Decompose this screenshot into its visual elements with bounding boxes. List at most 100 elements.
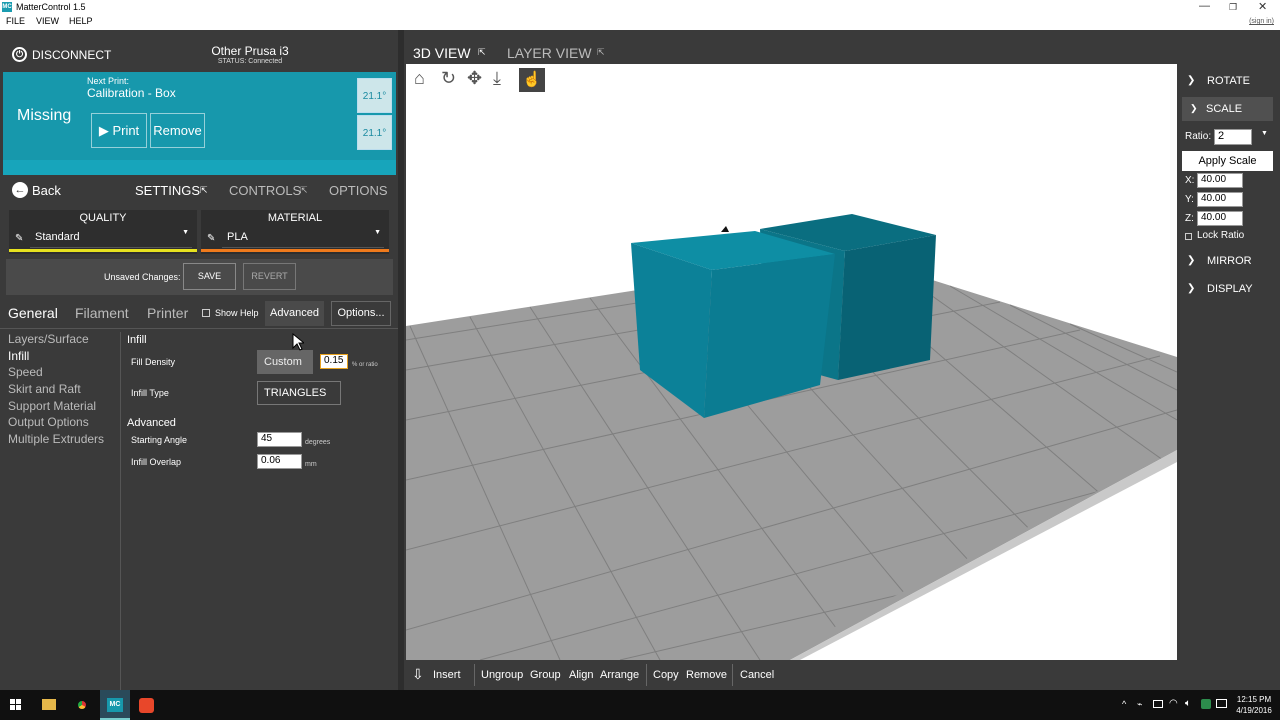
tab-controls[interactable]: CONTROLS (229, 183, 301, 198)
category-skirt-raft[interactable]: Skirt and Raft (8, 382, 81, 396)
tab-layer-view[interactable]: LAYER VIEW (507, 45, 592, 61)
minimize-icon[interactable]: — (1199, 0, 1210, 12)
drive-icon[interactable] (1201, 699, 1211, 709)
rotate-section[interactable]: ROTATE (1207, 75, 1250, 87)
back-button[interactable]: Back (32, 183, 61, 198)
show-help-checkbox[interactable] (202, 309, 210, 317)
category-layers-surface[interactable]: Layers/Surface (8, 332, 89, 346)
align-button[interactable]: Align (569, 669, 593, 681)
file-explorer-icon[interactable] (42, 699, 56, 710)
ratio-input[interactable]: 2 (1214, 129, 1252, 145)
cancel-button[interactable]: Cancel (740, 669, 774, 681)
fill-density-mode: Custom (264, 356, 302, 368)
chrome-icon[interactable] (75, 698, 89, 712)
scale-section[interactable]: SCALE (1206, 103, 1242, 115)
copy-button[interactable]: Copy (653, 669, 679, 681)
edit-pencil-icon[interactable]: ✎ (207, 233, 215, 244)
3d-viewport[interactable] (406, 64, 1177, 660)
category-output-options[interactable]: Output Options (8, 415, 89, 429)
revert-button[interactable]: REVERT (243, 263, 296, 290)
display-section[interactable]: DISPLAY (1207, 283, 1253, 295)
show-help-label: Show Help (215, 308, 259, 318)
menu-view[interactable]: VIEW (36, 16, 59, 26)
tab-printer[interactable]: Printer (147, 305, 188, 321)
quality-color-bar (9, 249, 197, 252)
lock-ratio-checkbox[interactable] (1185, 233, 1192, 240)
battery-icon[interactable] (1153, 700, 1163, 708)
recorder-icon[interactable] (139, 698, 154, 713)
menu-help[interactable]: HELP (69, 16, 93, 26)
chevron-down-icon[interactable]: ▼ (1261, 130, 1268, 137)
panel-divider[interactable] (398, 30, 404, 690)
extruder-temp[interactable]: 21.1° (357, 78, 392, 113)
fill-density-mode-select[interactable]: Custom (257, 350, 313, 374)
edit-pencil-icon[interactable]: ✎ (15, 233, 23, 244)
popout-icon[interactable]: ⇱ (300, 185, 308, 196)
insert-icon[interactable]: ⇩ (412, 666, 424, 683)
mattercontrol-task-icon[interactable]: MC (100, 690, 130, 720)
options-button[interactable]: Options... (331, 301, 391, 326)
fill-density-unit: % or ratio (352, 362, 378, 368)
move-icon[interactable]: ✥ (467, 68, 482, 89)
tab-3d-view[interactable]: 3D VIEW (413, 45, 471, 61)
windows-start-icon[interactable] (10, 699, 22, 711)
select-hand-icon[interactable]: ☝ (519, 68, 545, 92)
apply-scale-button[interactable]: Apply Scale (1182, 151, 1273, 171)
disconnect-button[interactable]: DISCONNECT (32, 48, 111, 62)
category-multiple-extruders[interactable]: Multiple Extruders (8, 432, 104, 446)
close-icon[interactable]: ✕ (1258, 0, 1267, 13)
clock-time[interactable]: 12:15 PM (1236, 695, 1272, 704)
category-support-material[interactable]: Support Material (8, 399, 96, 413)
print-button[interactable]: ▶ Print (91, 113, 147, 148)
z-input[interactable]: 40.00 (1197, 211, 1243, 226)
popout-icon[interactable]: ⇱ (597, 47, 605, 58)
lock-ratio-label: Lock Ratio (1197, 230, 1245, 241)
infill-type-select[interactable]: TRIANGLES (257, 381, 341, 405)
clock-date[interactable]: 4/19/2016 (1233, 706, 1275, 715)
popout-icon[interactable]: ⇱ (478, 47, 486, 58)
restore-icon[interactable]: ❐ (1229, 2, 1237, 13)
quality-select[interactable]: Standard ▼ (30, 228, 192, 248)
material-color-bar (201, 249, 389, 252)
category-infill[interactable]: Infill (8, 349, 29, 363)
tab-general[interactable]: General (8, 305, 58, 321)
notification-icon[interactable] (1216, 699, 1227, 708)
bed-temp[interactable]: 21.1° (357, 115, 392, 150)
x-input[interactable]: 40.00 (1197, 173, 1243, 188)
drop-icon[interactable]: ⤓ (493, 68, 501, 89)
popout-icon[interactable]: ⇱ (200, 185, 208, 196)
ungroup-button[interactable]: Ungroup (481, 669, 523, 681)
remove-button[interactable]: Remove (686, 669, 727, 681)
insert-button[interactable]: Insert (433, 669, 461, 681)
menu-file[interactable]: FILE (6, 16, 25, 26)
volume-icon[interactable]: 🔈︎ (1185, 698, 1191, 709)
remove-button[interactable]: Remove (150, 113, 205, 148)
arrange-button[interactable]: Arrange (600, 669, 639, 681)
power-icon[interactable]: ⏻ (12, 47, 27, 62)
tray-expand-icon[interactable]: ^ (1122, 699, 1126, 709)
material-select[interactable]: PLA ▼ (222, 228, 384, 248)
advanced-select[interactable]: Advanced (265, 301, 324, 326)
y-input[interactable]: 40.00 (1197, 192, 1243, 207)
settings-category-list: Layers/Surface Infill Speed Skirt and Ra… (0, 332, 120, 690)
starting-angle-unit: degrees (305, 439, 331, 446)
mirror-section[interactable]: MIRROR (1207, 255, 1252, 267)
group-button[interactable]: Group (530, 669, 561, 681)
starting-angle-input[interactable]: 45 (257, 432, 302, 447)
infill-overlap-input[interactable]: 0.06 (257, 454, 302, 469)
window-title: MatterControl 1.5 (16, 2, 86, 12)
tab-settings[interactable]: SETTINGS (135, 183, 200, 198)
home-icon[interactable]: ⌂ (414, 68, 425, 89)
tab-filament[interactable]: Filament (75, 305, 129, 321)
category-speed[interactable]: Speed (8, 365, 43, 379)
rotate-icon[interactable]: ↻ (441, 68, 456, 89)
sign-in-link[interactable]: (sign in) (1249, 18, 1274, 25)
usb-icon[interactable]: ⌁ (1137, 699, 1142, 710)
back-arrow-icon[interactable]: ← (12, 182, 28, 198)
infill-type-value: TRIANGLES (264, 387, 327, 399)
tab-options[interactable]: OPTIONS (329, 183, 388, 198)
fill-density-input[interactable]: 0.15 (320, 354, 348, 369)
save-button[interactable]: SAVE (183, 263, 236, 290)
wifi-icon[interactable]: ◠ (1169, 698, 1178, 709)
print-button-label: Print (112, 123, 140, 138)
